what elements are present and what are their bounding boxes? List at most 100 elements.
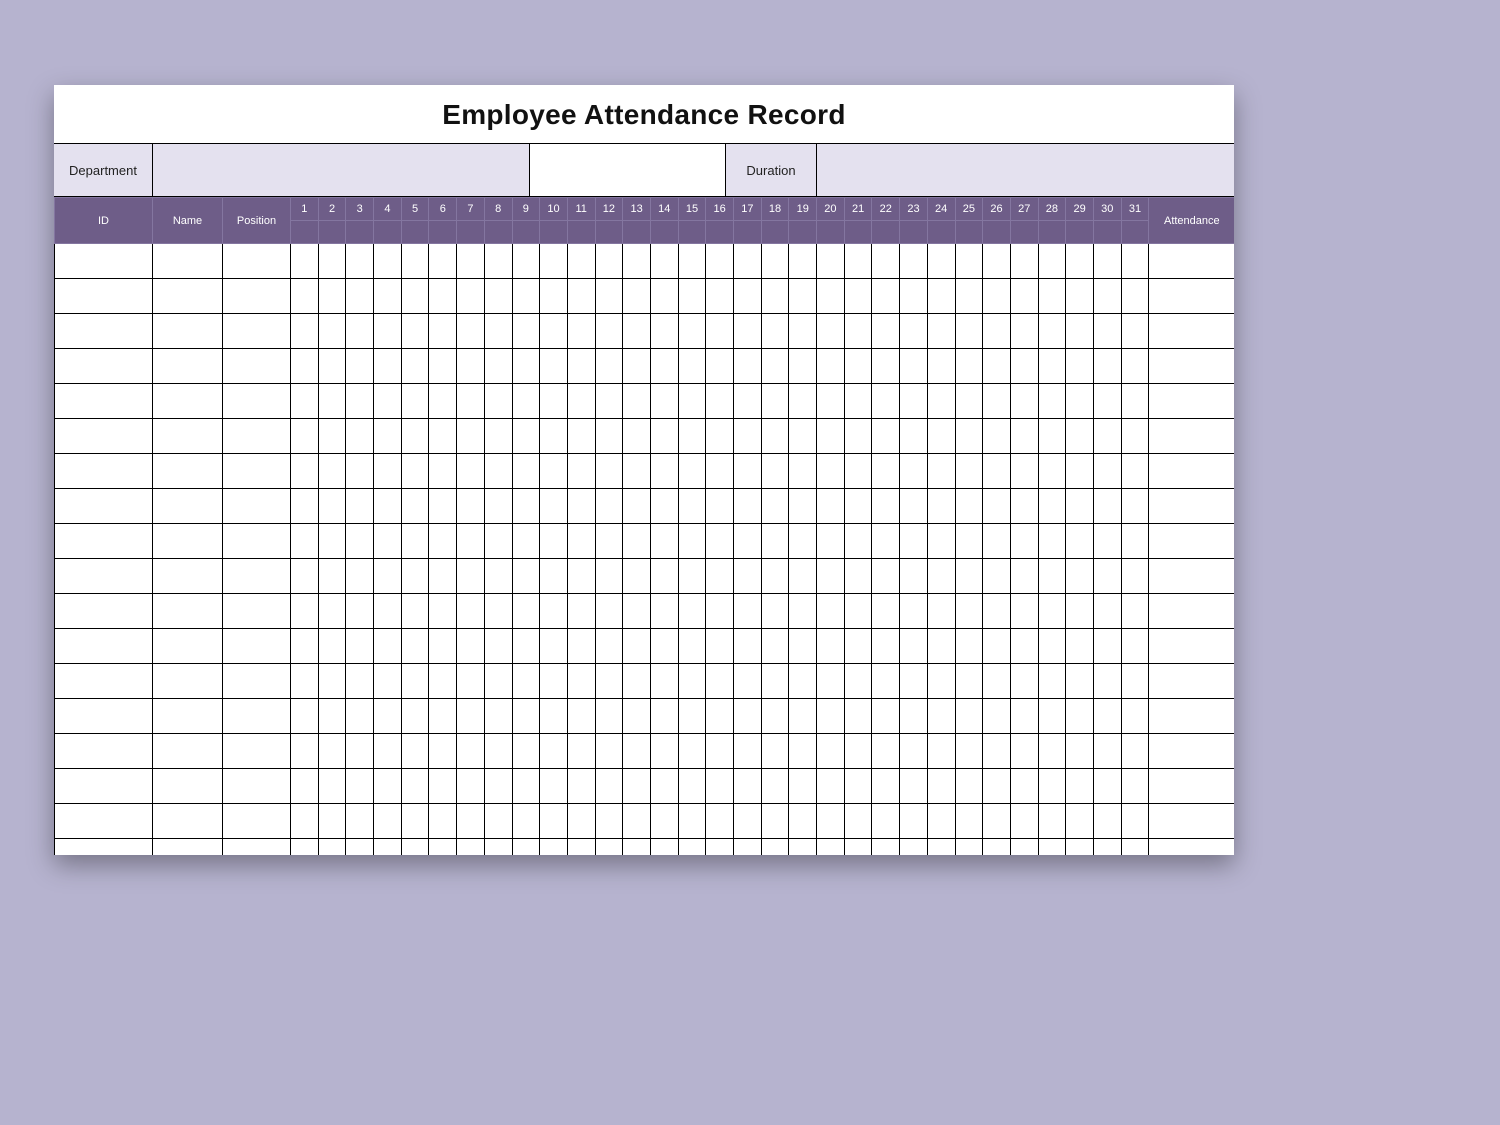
cell[interactable] [1038, 279, 1066, 314]
cell[interactable] [429, 594, 457, 629]
cell[interactable] [872, 559, 900, 594]
cell[interactable] [223, 699, 291, 734]
cell[interactable] [983, 699, 1011, 734]
cell[interactable] [927, 524, 955, 559]
cell[interactable] [650, 559, 678, 594]
cell[interactable] [567, 699, 595, 734]
cell[interactable] [484, 524, 512, 559]
cell[interactable] [1066, 839, 1094, 856]
cell[interactable] [650, 419, 678, 454]
cell[interactable] [678, 594, 706, 629]
cell[interactable] [55, 419, 153, 454]
cell[interactable] [223, 804, 291, 839]
cell[interactable] [1149, 629, 1234, 664]
cell[interactable] [540, 244, 568, 279]
cell[interactable] [374, 839, 402, 856]
cell[interactable] [55, 244, 153, 279]
cell[interactable] [1093, 664, 1121, 699]
cell[interactable] [55, 804, 153, 839]
cell[interactable] [734, 349, 762, 384]
cell[interactable] [429, 489, 457, 524]
cell[interactable] [1149, 489, 1234, 524]
cell[interactable] [844, 734, 872, 769]
cell[interactable] [623, 244, 651, 279]
cell[interactable] [153, 594, 223, 629]
cell[interactable] [623, 804, 651, 839]
cell[interactable] [346, 489, 374, 524]
cell[interactable] [927, 419, 955, 454]
cell[interactable] [900, 524, 928, 559]
cell[interactable] [623, 314, 651, 349]
cell[interactable] [153, 734, 223, 769]
cell[interactable] [678, 629, 706, 664]
cell[interactable] [1121, 419, 1149, 454]
cell[interactable] [927, 279, 955, 314]
cell[interactable] [983, 489, 1011, 524]
cell[interactable] [291, 769, 319, 804]
cell[interactable] [512, 804, 540, 839]
cell[interactable] [1121, 489, 1149, 524]
cell[interactable] [900, 699, 928, 734]
cell[interactable] [401, 594, 429, 629]
cell[interactable] [512, 454, 540, 489]
cell[interactable] [872, 769, 900, 804]
cell[interactable] [761, 489, 789, 524]
cell[interactable] [1010, 839, 1038, 856]
cell[interactable] [1093, 524, 1121, 559]
cell[interactable] [955, 804, 983, 839]
cell[interactable] [1149, 384, 1234, 419]
cell[interactable] [761, 699, 789, 734]
cell[interactable] [223, 454, 291, 489]
cell[interactable] [318, 244, 346, 279]
cell[interactable] [1066, 384, 1094, 419]
cell[interactable] [623, 629, 651, 664]
cell[interactable] [844, 699, 872, 734]
cell[interactable] [567, 489, 595, 524]
cell[interactable] [1149, 734, 1234, 769]
cell[interactable] [429, 769, 457, 804]
cell[interactable] [900, 594, 928, 629]
cell[interactable] [761, 454, 789, 489]
cell[interactable] [1066, 314, 1094, 349]
cell[interactable] [817, 734, 845, 769]
cell[interactable] [401, 839, 429, 856]
cell[interactable] [789, 244, 817, 279]
cell[interactable] [457, 349, 485, 384]
cell[interactable] [983, 559, 1011, 594]
cell[interactable] [153, 279, 223, 314]
cell[interactable] [540, 384, 568, 419]
cell[interactable] [678, 244, 706, 279]
cell[interactable] [291, 349, 319, 384]
cell[interactable] [55, 279, 153, 314]
cell[interactable] [789, 454, 817, 489]
cell[interactable] [955, 699, 983, 734]
cell[interactable] [457, 419, 485, 454]
cell[interactable] [318, 384, 346, 419]
cell[interactable] [540, 664, 568, 699]
cell[interactable] [678, 349, 706, 384]
cell[interactable] [484, 769, 512, 804]
cell[interactable] [844, 594, 872, 629]
cell[interactable] [484, 699, 512, 734]
cell[interactable] [650, 524, 678, 559]
cell[interactable] [429, 349, 457, 384]
cell[interactable] [457, 489, 485, 524]
cell[interactable] [678, 489, 706, 524]
cell[interactable] [955, 734, 983, 769]
cell[interactable] [567, 804, 595, 839]
cell[interactable] [983, 734, 1011, 769]
cell[interactable] [223, 524, 291, 559]
cell[interactable] [401, 419, 429, 454]
cell[interactable] [1010, 734, 1038, 769]
cell[interactable] [1121, 559, 1149, 594]
cell[interactable] [1121, 839, 1149, 856]
cell[interactable] [1093, 769, 1121, 804]
cell[interactable] [1093, 559, 1121, 594]
cell[interactable] [817, 699, 845, 734]
cell[interactable] [374, 349, 402, 384]
cell[interactable] [789, 629, 817, 664]
cell[interactable] [734, 279, 762, 314]
cell[interactable] [1093, 489, 1121, 524]
cell[interactable] [55, 489, 153, 524]
cell[interactable] [761, 664, 789, 699]
